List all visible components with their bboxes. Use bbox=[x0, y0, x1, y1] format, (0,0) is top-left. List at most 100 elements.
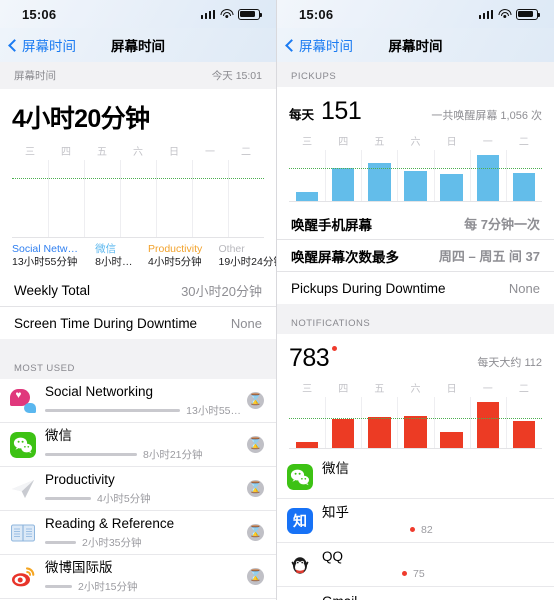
notifications-app-list: 微信 213 知知乎 82 QQ 75 Gmail63 bbox=[277, 455, 554, 600]
bar-column-6[interactable] bbox=[228, 160, 264, 237]
notifications-chart[interactable]: 三四五六日一二 bbox=[289, 380, 542, 449]
left-screen: 15:06 屏幕时间 屏幕时间 屏幕时间 今天 15:01 4小时20分钟 三 四… bbox=[0, 0, 277, 600]
app-name: Social Networking bbox=[45, 384, 154, 399]
app-usage-meter: 2小时15分钟 bbox=[45, 579, 241, 594]
hourglass-icon[interactable]: ⌛ bbox=[247, 480, 264, 498]
bar-column-1[interactable] bbox=[48, 160, 84, 237]
bar-column-3[interactable] bbox=[397, 150, 433, 201]
app-usage-row[interactable]: 微博国际版 2小时15分钟 ⌛ bbox=[0, 555, 276, 600]
bar bbox=[440, 432, 463, 448]
pickups-summary: 每天 151 一共唤醒屏幕 1,056 次 bbox=[289, 97, 542, 126]
bar-column-5[interactable] bbox=[192, 160, 228, 237]
chart-bars bbox=[12, 160, 264, 238]
bar bbox=[476, 401, 499, 448]
bar-column-2[interactable] bbox=[361, 150, 397, 201]
legend-label: Productivity bbox=[147, 243, 203, 255]
summary-row-0[interactable]: Weekly Total 30小时20分钟 bbox=[0, 275, 276, 308]
row-value: 每 7分钟一次 bbox=[464, 217, 540, 232]
bar-column-4[interactable] bbox=[434, 397, 470, 448]
hourglass-icon[interactable]: ⌛ bbox=[247, 436, 264, 454]
day-label-5: 一 bbox=[205, 147, 215, 158]
back-button[interactable]: 屏幕时间 bbox=[285, 35, 353, 55]
reading-reference-icon bbox=[10, 520, 36, 546]
day-label-3: 六 bbox=[133, 147, 143, 158]
back-button[interactable]: 屏幕时间 bbox=[8, 35, 76, 55]
hourglass-icon[interactable]: ⌛ bbox=[247, 568, 264, 586]
hourglass-glyph: ⌛ bbox=[248, 482, 263, 495]
bar-column-1[interactable] bbox=[325, 397, 361, 448]
legend-value: 8小时… bbox=[95, 256, 133, 269]
wechat-icon bbox=[10, 431, 36, 458]
screen-time-strip: 屏幕时间 今天 15:01 bbox=[0, 62, 276, 89]
wifi-icon bbox=[220, 9, 233, 19]
pickups-chart-card[interactable]: 每天 151 一共唤醒屏幕 1,056 次 三 四 五 六 日 一 二 bbox=[277, 87, 554, 208]
day-label-2: 五 bbox=[374, 384, 385, 395]
day-label-3: 六 bbox=[410, 384, 421, 395]
app-name: Gmail bbox=[322, 594, 542, 600]
screenshot-root: 15:06 屏幕时间 屏幕时间 屏幕时间 今天 15:01 4小时20分钟 三四… bbox=[0, 0, 554, 600]
bar-column-5[interactable] bbox=[470, 150, 506, 201]
hourglass-icon[interactable]: ⌛ bbox=[247, 392, 264, 410]
app-usage-meter: 4小时5分钟 bbox=[45, 491, 241, 506]
notification-app-row[interactable]: 知知乎 82 bbox=[277, 499, 554, 543]
notification-count-wrap: 82 bbox=[322, 524, 542, 536]
bar-column-0[interactable] bbox=[289, 150, 325, 201]
bar-column-6[interactable] bbox=[506, 150, 542, 201]
pickups-row-2[interactable]: Pickups During Downtime None bbox=[277, 272, 554, 304]
day-label-3: 六 bbox=[410, 137, 421, 148]
notification-app-body: Gmail63 bbox=[322, 594, 542, 600]
battery-icon bbox=[516, 8, 541, 20]
screen-time-chart-card[interactable]: 4小时20分钟 三四五六日一二 Social Netw… 13小时55分钟 微信 8小… bbox=[0, 89, 276, 276]
row-value: 周四 – 周五 间 37 bbox=[438, 249, 540, 264]
day-label-4: 日 bbox=[446, 137, 457, 148]
chart-bars bbox=[289, 150, 542, 202]
meter-bar bbox=[45, 496, 91, 500]
row-value: None bbox=[508, 280, 540, 296]
meter-value: 8小时21分钟 bbox=[143, 448, 203, 461]
bar-column-0[interactable] bbox=[289, 397, 325, 448]
app-usage-row[interactable]: 微信 8小时21分钟 ⌛ bbox=[0, 423, 276, 468]
bar-column-4[interactable] bbox=[434, 150, 470, 201]
bar bbox=[440, 173, 463, 201]
day-label-0: 三 bbox=[302, 384, 313, 395]
bar-column-5[interactable] bbox=[470, 397, 506, 448]
pickups-row-0[interactable]: 唤醒手机屏幕 每 7分钟一次 bbox=[277, 208, 554, 240]
meter-value: 13小时55… bbox=[186, 404, 241, 417]
hourglass-glyph: ⌛ bbox=[248, 394, 263, 407]
bar-column-6[interactable] bbox=[506, 397, 542, 448]
nav-bar-left: 屏幕时间 屏幕时间 bbox=[0, 28, 276, 62]
bar-column-1[interactable] bbox=[325, 150, 361, 201]
row-label: 唤醒手机屏幕 bbox=[291, 217, 372, 233]
notifications-chart-card[interactable]: 783 每天大约 112 三 四 五 六 日 一 二 bbox=[277, 334, 554, 455]
chart-legend: Social Netw… 13小时55分钟 微信 8小时… Productivity 4小… bbox=[12, 238, 276, 269]
notification-app-row[interactable]: QQ 75 bbox=[277, 543, 554, 587]
bar bbox=[295, 192, 319, 201]
app-usage-row[interactable]: Reading & Reference 2小时35分钟 ⌛ bbox=[0, 511, 276, 556]
bar-column-0[interactable] bbox=[12, 160, 48, 237]
notification-app-row[interactable]: Gmail63 bbox=[277, 587, 554, 600]
notification-app-row[interactable]: 微信 213 bbox=[277, 455, 554, 499]
bar-column-4[interactable] bbox=[156, 160, 192, 237]
goal-line bbox=[289, 167, 542, 169]
pickups-chart[interactable]: 三四五六日一二 bbox=[289, 133, 542, 202]
hourglass-icon[interactable]: ⌛ bbox=[247, 524, 264, 542]
bar-column-2[interactable] bbox=[361, 397, 397, 448]
bar bbox=[295, 442, 319, 448]
app-name: Productivity bbox=[45, 472, 115, 487]
back-label: 屏幕时间 bbox=[299, 39, 353, 54]
screen-time-chart[interactable]: 三四五六日一二 bbox=[12, 143, 264, 238]
bar-column-3[interactable] bbox=[120, 160, 156, 237]
app-name: 微博国际版 bbox=[45, 560, 113, 575]
bar-column-3[interactable] bbox=[397, 397, 433, 448]
notification-count-wrap: 75 bbox=[322, 568, 542, 580]
bar bbox=[512, 421, 536, 448]
app-usage-row[interactable]: Productivity 4小时5分钟 ⌛ bbox=[0, 467, 276, 512]
summary-row-1[interactable]: Screen Time During Downtime None bbox=[0, 307, 276, 339]
pickups-total: 一共唤醒屏幕 1,056 次 bbox=[431, 110, 542, 122]
app-usage-row[interactable]: Social Networking 13小时55… ⌛ bbox=[0, 379, 276, 424]
bar-column-2[interactable] bbox=[84, 160, 120, 237]
app-name: 微信 bbox=[322, 461, 349, 477]
pickups-row-1[interactable]: 唤醒屏幕次数最多 周四 – 周五 间 37 bbox=[277, 240, 554, 272]
chart-day-labels: 三四五六日一二 bbox=[289, 133, 542, 150]
app-usage-body: 微信 8小时21分钟 bbox=[45, 428, 241, 462]
